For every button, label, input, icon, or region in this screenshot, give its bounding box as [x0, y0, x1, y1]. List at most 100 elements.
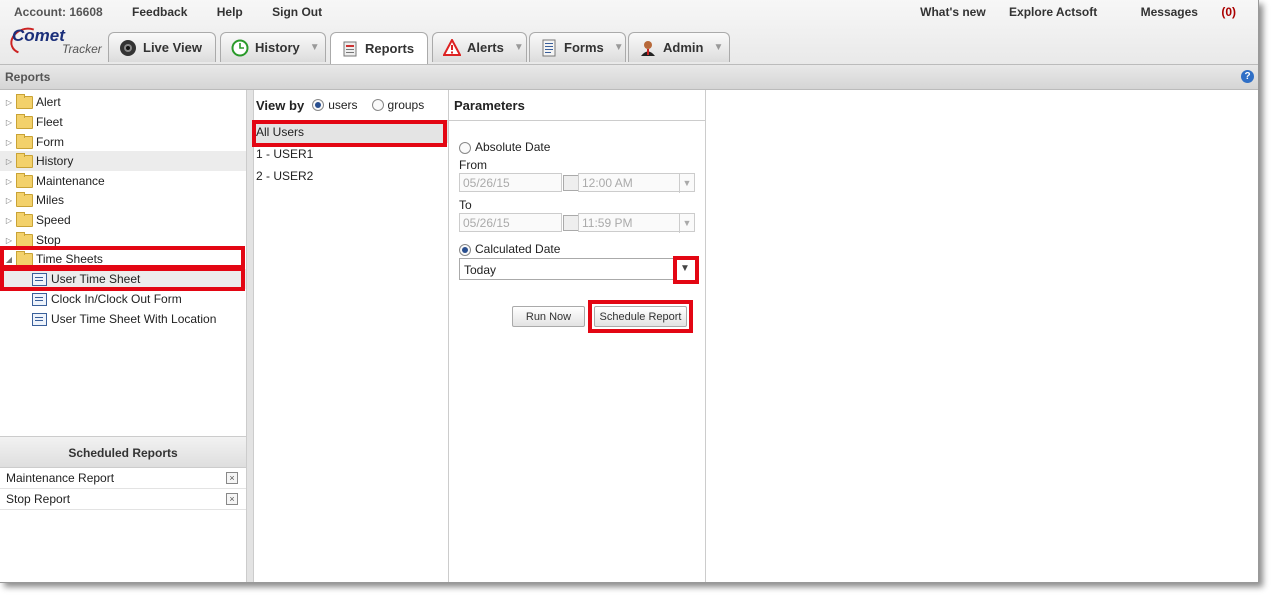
chevron-down-icon[interactable]: ▼: [614, 42, 624, 53]
expand-icon[interactable]: ▷: [4, 138, 14, 147]
top-bar: Account: 16608 Feedback Help Sign Out Wh…: [0, 0, 1258, 65]
tree-report-clock-in-out[interactable]: Clock In/Clock Out Form: [0, 289, 246, 309]
scheduled-reports-panel: Scheduled Reports Maintenance Report × St…: [0, 436, 247, 582]
tab-live-view[interactable]: Live View: [108, 32, 216, 62]
expand-icon[interactable]: ▷: [4, 177, 14, 186]
report-icon: [32, 312, 47, 326]
explore-link[interactable]: Explore Actsoft: [1009, 5, 1097, 19]
tree-folder-history[interactable]: ▷ History: [0, 151, 246, 171]
chevron-down-icon[interactable]: ▼: [713, 42, 723, 53]
tree-folder-alert[interactable]: ▷ Alert: [0, 92, 246, 112]
tree-folder-miles[interactable]: ▷ Miles: [0, 190, 246, 210]
user-row[interactable]: 2 - USER2: [252, 165, 448, 187]
chevron-down-icon[interactable]: ▼: [680, 263, 690, 274]
scheduled-report-row[interactable]: Stop Report ×: [0, 489, 246, 510]
help-link[interactable]: Help: [217, 5, 243, 19]
tree-folder-stop[interactable]: ▷ Stop: [0, 230, 246, 250]
clock-icon: [231, 39, 249, 57]
feedback-link[interactable]: Feedback: [132, 5, 187, 19]
chevron-down-icon[interactable]: ▼: [310, 42, 320, 53]
from-date-input[interactable]: 05/26/15: [459, 173, 562, 192]
tree-report-label: Clock In/Clock Out Form: [51, 292, 182, 306]
help-icon[interactable]: ?: [1241, 70, 1254, 83]
tab-label: Alerts: [467, 40, 504, 55]
run-now-button[interactable]: Run Now: [512, 306, 585, 327]
chevron-down-icon[interactable]: ▼: [679, 214, 694, 233]
radio-users-label: users: [328, 98, 358, 112]
collapse-icon[interactable]: ◢: [4, 255, 14, 264]
tree-folder-label: Time Sheets: [36, 252, 103, 266]
to-date-input[interactable]: 05/26/15: [459, 213, 562, 232]
expand-icon[interactable]: ▷: [4, 118, 14, 127]
folder-icon: [16, 93, 33, 109]
sign-out-link[interactable]: Sign Out: [272, 5, 322, 19]
expand-icon[interactable]: ▷: [4, 157, 14, 166]
tree-folder-speed[interactable]: ▷ Speed: [0, 210, 246, 230]
tree-report-user-time-sheet-location[interactable]: User Time Sheet With Location: [0, 309, 246, 329]
folder-icon: [16, 152, 33, 168]
users-panel: View by users groups All Users 1 - USER1…: [252, 90, 449, 582]
tab-history[interactable]: History ▼: [220, 32, 326, 62]
scheduled-report-label: Stop Report: [6, 492, 71, 506]
messages-link[interactable]: Messages (0): [1121, 5, 1236, 19]
close-icon[interactable]: ×: [226, 493, 238, 505]
tree-folder-form[interactable]: ▷ Form: [0, 132, 246, 152]
user-row-all[interactable]: All Users: [252, 121, 448, 143]
to-time-select[interactable]: 11:59 PM ▼: [578, 213, 695, 233]
section-header: Reports ?: [0, 65, 1258, 90]
expand-icon[interactable]: ▷: [4, 196, 14, 205]
close-icon[interactable]: ×: [226, 472, 238, 484]
top-links: Account: 16608 Feedback Help Sign Out: [14, 5, 348, 19]
tab-label: Live View: [143, 40, 203, 55]
expand-icon[interactable]: ▷: [4, 98, 14, 107]
folder-icon: [16, 113, 33, 129]
tab-reports[interactable]: Reports: [330, 32, 428, 64]
radio-calculated-date[interactable]: [459, 243, 471, 256]
whats-new-link[interactable]: What's new: [920, 5, 986, 19]
radio-groups[interactable]: [371, 99, 384, 111]
tree-folder-label: Alert: [36, 95, 61, 109]
tree-report-label: User Time Sheet With Location: [51, 312, 217, 326]
scheduled-report-row[interactable]: Maintenance Report ×: [0, 468, 246, 489]
report-icon: [32, 272, 47, 286]
schedule-report-button[interactable]: Schedule Report: [594, 306, 687, 327]
account-label: Account: 16608: [14, 5, 103, 19]
tree-report-user-time-sheet[interactable]: User Time Sheet: [0, 269, 246, 289]
radio-absolute-date[interactable]: [459, 141, 471, 154]
expand-icon[interactable]: ▷: [4, 236, 14, 245]
calendar-icon[interactable]: [563, 215, 579, 231]
tab-label: Forms: [564, 40, 604, 55]
tree-folder-label: Fleet: [36, 115, 63, 129]
absolute-date-option[interactable]: Absolute Date: [459, 140, 550, 154]
from-label: From: [459, 158, 487, 172]
folder-icon: [16, 172, 33, 188]
chevron-down-icon[interactable]: ▼: [679, 174, 694, 193]
folder-icon: [16, 250, 33, 266]
tab-forms[interactable]: Forms ▼: [529, 32, 626, 62]
logo-sub: Tracker: [62, 42, 102, 56]
calculated-date-label: Calculated Date: [475, 242, 561, 256]
tree-folder-label: Form: [36, 135, 64, 149]
tab-alerts[interactable]: Alerts ▼: [432, 32, 527, 62]
tab-admin[interactable]: Admin ▼: [628, 32, 730, 62]
tree-folder-maintenance[interactable]: ▷ Maintenance: [0, 171, 246, 191]
to-label: To: [459, 198, 472, 212]
calculated-date-option[interactable]: Calculated Date: [459, 242, 560, 256]
calendar-icon[interactable]: [563, 175, 579, 191]
chevron-down-icon[interactable]: ▼: [514, 42, 524, 53]
calculated-date-select[interactable]: Today: [459, 258, 697, 280]
messages-label: Messages: [1140, 5, 1198, 19]
messages-count: (0): [1221, 5, 1236, 19]
from-time-select[interactable]: 12:00 AM ▼: [578, 173, 695, 193]
comet-tracker-logo: Comet Tracker: [6, 23, 105, 60]
user-row[interactable]: 1 - USER1: [252, 143, 448, 165]
tree-folder-label: History: [36, 154, 74, 168]
tree-folder-time-sheets[interactable]: ◢ Time Sheets: [0, 249, 246, 269]
scheduled-reports-title: Scheduled Reports: [0, 436, 246, 468]
tree-folder-fleet[interactable]: ▷ Fleet: [0, 112, 246, 132]
tree-folder-label: Stop: [36, 233, 61, 247]
radio-users[interactable]: [312, 99, 325, 111]
parameters-panel: Parameters Absolute Date From 05/26/15 1…: [449, 90, 706, 582]
expand-icon[interactable]: ▷: [4, 216, 14, 225]
parameters-title: Parameters: [449, 90, 705, 121]
